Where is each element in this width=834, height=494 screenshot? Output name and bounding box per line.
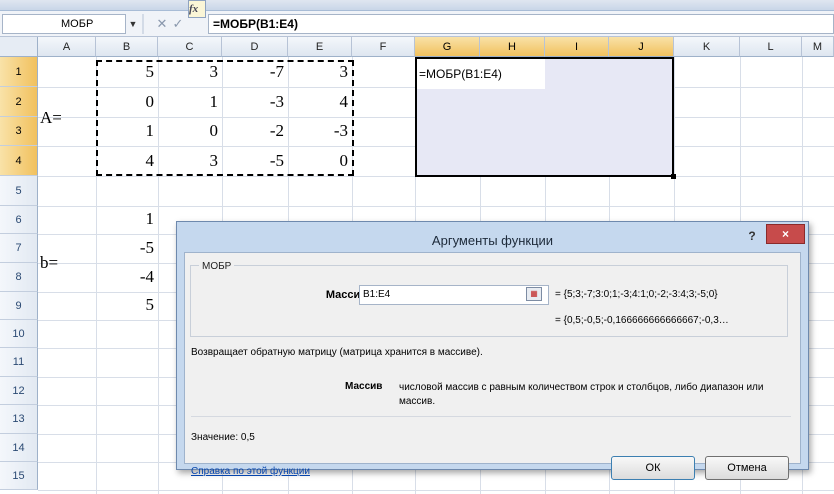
column-header-c[interactable]: C xyxy=(158,37,222,57)
column-header-b[interactable]: B xyxy=(96,37,158,57)
matrix-label: A= xyxy=(40,108,62,127)
vector-cell[interactable]: 5 xyxy=(98,292,155,318)
argument-description-label: Массив xyxy=(345,381,383,392)
function-help-link[interactable]: Справка по этой функции xyxy=(191,466,310,477)
cancel-button[interactable]: Отмена xyxy=(705,456,789,480)
matrix-cell[interactable]: -3 xyxy=(224,89,284,115)
collapse-dialog-icon[interactable]: ▦ xyxy=(526,287,542,301)
row-header-1[interactable]: 1 xyxy=(0,57,38,87)
matrix-cell[interactable]: -2 xyxy=(224,118,284,144)
row-header-3[interactable]: 3 xyxy=(0,117,38,146)
column-header-f[interactable]: F xyxy=(352,37,415,57)
matrix-cell[interactable]: 3 xyxy=(290,59,349,85)
select-all-corner[interactable] xyxy=(0,37,38,57)
formula-bar-separator xyxy=(142,14,144,34)
array-argument-input[interactable]: B1:E4 xyxy=(359,285,549,305)
row-header-8[interactable]: 8 xyxy=(0,263,38,292)
row-header-2[interactable]: 2 xyxy=(0,87,38,117)
insert-function-icon[interactable]: fx xyxy=(188,0,206,18)
row-header-5[interactable]: 5 xyxy=(0,176,38,206)
confirm-entry-icon[interactable]: ✓ xyxy=(169,15,187,33)
argument-label: Массив xyxy=(325,289,367,301)
matrix-cell[interactable]: 0 xyxy=(98,89,155,115)
function-description: Возвращает обратную матрицу (матрица хра… xyxy=(191,347,483,358)
row-header-10[interactable]: 10 xyxy=(0,320,38,348)
active-cell-formula: =МОБР(B1:E4) xyxy=(419,67,502,81)
function-arguments-dialog: Аргументы функции ? × МОБР Массив B1:E4 … xyxy=(176,221,809,480)
gridline xyxy=(38,206,834,207)
matrix-cell[interactable]: 1 xyxy=(160,89,219,115)
function-name: МОБР xyxy=(199,261,235,272)
gridline xyxy=(38,490,834,491)
column-header-e[interactable]: E xyxy=(288,37,352,57)
matrix-cell[interactable]: 4 xyxy=(290,89,349,115)
matrix-cell[interactable]: 5 xyxy=(98,59,155,85)
row-header-13[interactable]: 13 xyxy=(0,405,38,434)
vector-cell[interactable]: -4 xyxy=(98,264,154,290)
matrix-cell[interactable]: 3 xyxy=(160,59,219,85)
close-button[interactable]: × xyxy=(766,224,805,244)
vector-cell[interactable]: 1 xyxy=(98,206,155,232)
chevron-down-icon[interactable]: ▼ xyxy=(128,16,138,32)
formula-result: Значение: 0,5 xyxy=(191,432,255,443)
ok-button[interactable]: ОК xyxy=(611,456,695,480)
argument-description: числовой массив с равным количеством стр… xyxy=(399,382,764,407)
matrix-cell[interactable]: -3 xyxy=(290,118,348,144)
ribbon-strip xyxy=(0,0,834,11)
argument-value: = {5;3;-7;3:0;1;-3;4:1;0;-2;-3:4;3;-5;0} xyxy=(555,289,718,300)
formula-input[interactable]: =МОБР(B1:E4) xyxy=(208,14,834,34)
matrix-cell[interactable]: 1 xyxy=(98,118,155,144)
column-header-i[interactable]: I xyxy=(545,37,609,57)
name-box[interactable]: МОБР xyxy=(2,14,126,34)
dialog-body: МОБР Массив B1:E4 ▦ = {5;3;-7;3:0;1;-3;4… xyxy=(184,252,801,480)
fill-handle[interactable] xyxy=(671,174,676,179)
matrix-cell[interactable]: -7 xyxy=(224,59,284,85)
row-header-11[interactable]: 11 xyxy=(0,348,38,377)
matrix-cell[interactable]: 0 xyxy=(160,118,219,144)
column-header-m[interactable]: M xyxy=(802,37,834,57)
result-preview: = {0,5;-0,5;-0,166666666666667;-0,3… xyxy=(555,315,729,326)
row-header-12[interactable]: 12 xyxy=(0,377,38,405)
row-header-7[interactable]: 7 xyxy=(0,234,38,263)
divider xyxy=(191,416,791,417)
column-header-k[interactable]: K xyxy=(674,37,740,57)
column-header-l[interactable]: L xyxy=(740,37,802,57)
column-header-h[interactable]: H xyxy=(480,37,545,57)
column-header-g[interactable]: G xyxy=(415,37,480,57)
vector-cell[interactable]: -5 xyxy=(98,235,154,261)
column-header-a[interactable]: A xyxy=(38,37,96,57)
help-icon[interactable]: ? xyxy=(741,226,763,246)
column-header-d[interactable]: D xyxy=(222,37,288,57)
matrix-cell[interactable]: 3 xyxy=(160,148,219,174)
row-header-14[interactable]: 14 xyxy=(0,434,38,462)
vector-label: b= xyxy=(40,253,59,272)
matrix-cell[interactable]: 0 xyxy=(290,148,349,174)
row-header-15[interactable]: 15 xyxy=(0,462,38,490)
matrix-cell[interactable]: 4 xyxy=(98,148,155,174)
column-header-j[interactable]: J xyxy=(609,37,674,57)
row-header-9[interactable]: 9 xyxy=(0,292,38,320)
row-header-4[interactable]: 4 xyxy=(0,146,38,176)
row-header-6[interactable]: 6 xyxy=(0,206,38,234)
matrix-cell[interactable]: -5 xyxy=(224,148,284,174)
